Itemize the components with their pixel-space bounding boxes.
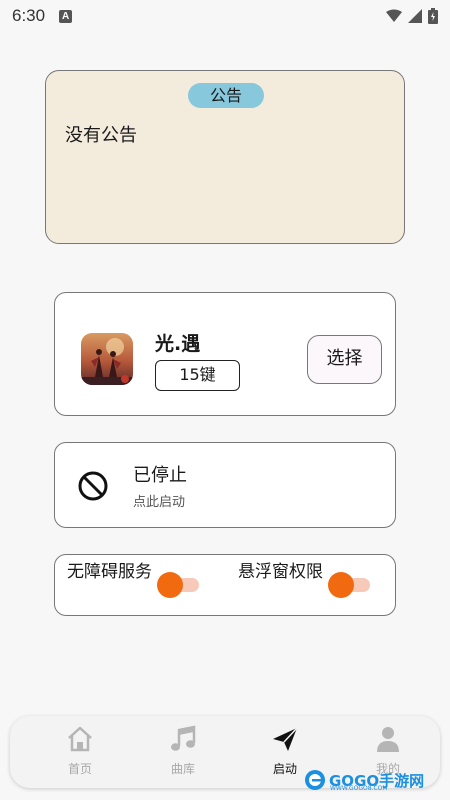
game-card: 光.遇 15键 选择 [54,292,396,416]
status-icons [386,8,438,24]
battery-icon [428,8,438,24]
accessibility-service-label: 无障碍服务 [67,562,152,582]
nav-item-home[interactable]: 首页 [45,724,115,784]
watermark-logo: GOGO手游网 WWW.GOGO8.COM [304,765,444,795]
overlay-permission-toggle[interactable] [328,571,372,599]
music-note-icon [171,725,196,751]
service-status-subtitle: 点此启动 [133,495,186,510]
overlay-permission-label: 悬浮窗权限 [238,562,323,582]
toggle-thumb [157,572,183,598]
nav-label-home: 首页 [67,762,92,776]
home-icon [68,726,92,752]
notice-text: 没有公告 [65,125,137,146]
watermark-e-icon [305,770,325,790]
accessibility-service-toggle[interactable] [157,571,201,599]
service-status-title: 已停止 [133,465,187,486]
watermark-subtext: WWW.GOGO8.COM [330,785,388,792]
notification-a-icon: A [59,9,73,23]
wifi-icon [386,9,402,22]
game-name: 光.遇 [155,333,201,355]
permissions-card: 无障碍服务 悬浮窗权限 [54,554,396,616]
game-cover-icon [81,333,133,385]
status-bar: 6:30 A [0,0,450,32]
start-service-card[interactable]: 已停止 点此启动 [54,442,396,528]
status-time: 6:30 [12,6,46,25]
send-icon [273,727,298,751]
person-icon [377,727,399,752]
nav-label-library: 曲库 [170,762,195,776]
signal-icon [408,9,422,23]
stopped-icon [78,471,108,501]
toggle-thumb [328,572,354,598]
notice-title-badge: 公告 [188,83,264,108]
choose-game-button[interactable]: 选择 [307,335,382,384]
notice-card: 公告 没有公告 [45,70,405,244]
keys-count-badge: 15键 [155,360,240,391]
nav-item-library[interactable]: 曲库 [148,724,218,784]
